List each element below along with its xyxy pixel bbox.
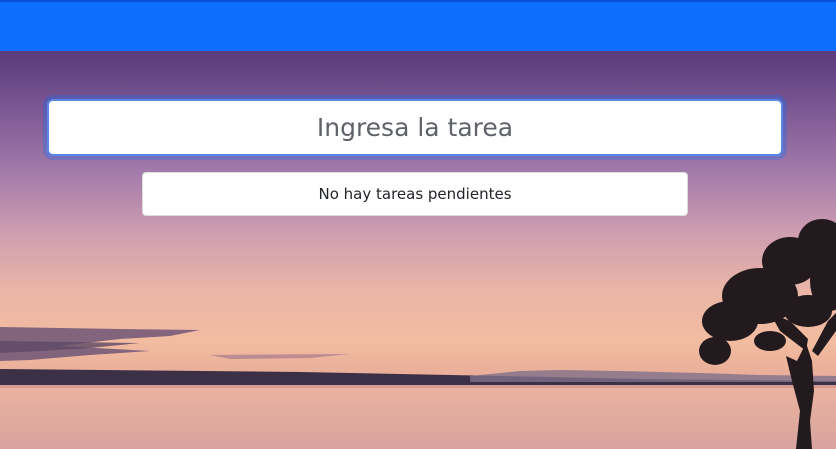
empty-tasks-message: No hay tareas pendientes xyxy=(318,185,512,203)
task-input[interactable] xyxy=(47,99,783,156)
empty-tasks-card: No hay tareas pendientes xyxy=(142,172,688,216)
top-navbar xyxy=(0,0,836,51)
app-page: No hay tareas pendientes xyxy=(0,0,836,449)
